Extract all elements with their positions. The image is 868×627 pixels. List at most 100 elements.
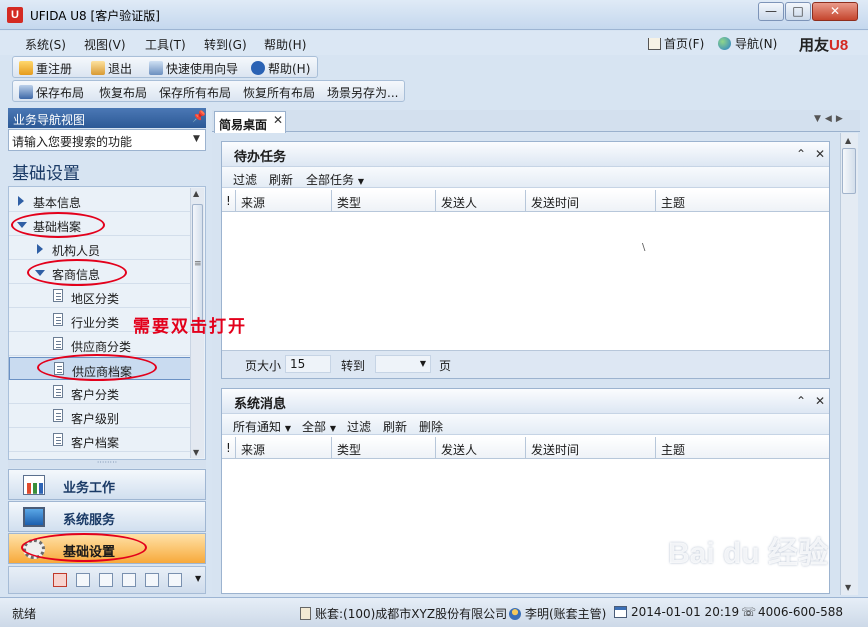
tree-icon[interactable] — [122, 573, 136, 587]
image-icon[interactable] — [168, 573, 182, 587]
close-icon[interactable]: ✕ — [815, 147, 825, 161]
stop-icon[interactable] — [53, 573, 67, 587]
filter-button[interactable]: 过滤 — [347, 418, 371, 435]
nav-view-header: 业务导航视图 — [8, 108, 206, 128]
all-tasks-dropdown[interactable]: 全部任务 ▼ — [306, 171, 364, 188]
quick-wizard-button[interactable]: 快速使用向导 — [149, 60, 238, 77]
main-toolbar: 重注册 退出 快速使用向导 帮助(H) — [12, 56, 318, 78]
tree-item-org-personnel[interactable]: 机构人员 — [9, 237, 191, 260]
column-send-time[interactable]: 发送时间 — [526, 437, 656, 459]
exit-button[interactable]: 退出 — [91, 60, 132, 77]
main-scrollbar[interactable] — [840, 133, 858, 595]
nav-search-input[interactable]: 请输入您要搜索的功能 — [8, 129, 206, 151]
watermark-url: jingyan.baidu.com — [712, 568, 805, 579]
tree-item-label: 机构人员 — [52, 244, 101, 258]
status-bar: 就绪 账套:(100)成都市XYZ股份有限公司 李明(账套主管) 2014-01… — [0, 597, 868, 627]
menu-system[interactable]: 系统(S) — [25, 36, 66, 53]
scroll-down-icon[interactable]: ▼ — [193, 448, 199, 457]
delete-button[interactable]: 删除 — [419, 418, 443, 435]
help-icon — [251, 61, 265, 75]
menu-help[interactable]: 帮助(H) — [264, 36, 306, 53]
all-dropdown[interactable]: 全部 ▼ — [302, 418, 336, 435]
page-unit-label: 页 — [439, 359, 452, 373]
save-all-layouts-button[interactable]: 保存所有布局 — [159, 84, 231, 101]
minimize-button[interactable]: — — [758, 2, 784, 21]
collapse-icon[interactable]: ⌃ — [796, 394, 806, 408]
restore-layout-button[interactable]: 恢复布局 — [99, 84, 147, 101]
nav-business-work-button[interactable]: 业务工作 — [8, 469, 206, 500]
column-flag[interactable]: ! — [222, 190, 236, 212]
windows-icon[interactable] — [145, 573, 159, 587]
column-flag[interactable]: ! — [222, 437, 236, 459]
nav-bottom-toolbar: ▼ — [8, 566, 206, 594]
column-send-time[interactable]: 发送时间 — [526, 190, 656, 212]
help-button[interactable]: 帮助(H) — [251, 60, 310, 77]
tree-item-region-class[interactable]: 地区分类 — [9, 285, 191, 308]
menu-tools[interactable]: 工具(T) — [145, 36, 186, 53]
scroll-up-icon[interactable]: ▲ — [845, 136, 851, 145]
main-scrollbar-thumb[interactable] — [842, 148, 856, 194]
user-text: 李明(账套主管) — [525, 607, 607, 621]
chevron-down-icon[interactable]: ▼ — [195, 574, 201, 583]
close-button[interactable]: ✕ — [812, 2, 858, 21]
refresh-button[interactable]: 刷新 — [269, 171, 293, 188]
save-layout-button[interactable]: 保存布局 — [19, 84, 84, 101]
scroll-down-icon[interactable]: ▼ — [845, 583, 851, 592]
home-link[interactable]: 首页(F) — [648, 35, 704, 52]
nav-business-work-label: 业务工作 — [63, 481, 116, 496]
tree-item-label: 地区分类 — [71, 292, 120, 306]
window-title: UFIDA U8 [客户验证版] — [30, 9, 160, 23]
column-subject[interactable]: 主题 — [656, 437, 829, 459]
tree-item-basic-info[interactable]: 基本信息 — [9, 189, 191, 212]
panel-toolbar: 过滤 刷新 全部任务 ▼ — [222, 166, 829, 188]
page-size-input[interactable]: 15 — [285, 355, 331, 373]
column-source[interactable]: 来源 — [236, 190, 332, 212]
phone-text: 4006-600-588 — [758, 605, 844, 619]
save-scene-as-button[interactable]: 场景另存为... — [327, 84, 398, 101]
wizard-icon — [149, 61, 163, 75]
navigate-link-label: 导航(N) — [735, 37, 778, 51]
refresh-button[interactable]: 刷新 — [383, 418, 407, 435]
column-type[interactable]: 类型 — [332, 190, 436, 212]
chevron-down-icon: ▼ — [284, 424, 291, 433]
close-icon[interactable]: ✕ — [815, 394, 825, 408]
tree-item-customer-archive[interactable]: 客户档案 — [9, 429, 191, 452]
account-info: 账套:(100)成都市XYZ股份有限公司 — [300, 605, 507, 622]
menu-view[interactable]: 视图(V) — [84, 36, 126, 53]
column-sender[interactable]: 发送人 — [436, 437, 526, 459]
restore-all-layouts-button[interactable]: 恢复所有布局 — [243, 84, 315, 101]
filter-button[interactable]: 过滤 — [233, 171, 257, 188]
all-notices-dropdown[interactable]: 所有通知 ▼ — [233, 418, 291, 435]
document-icon — [53, 337, 63, 350]
pin-icon[interactable]: 📌 — [192, 110, 206, 123]
phone-icon: ☏ — [741, 605, 757, 619]
status-ready: 就绪 — [12, 607, 37, 621]
document-icon — [53, 409, 63, 422]
tree-item-customer-level[interactable]: 客户级别 — [9, 405, 191, 428]
column-type[interactable]: 类型 — [332, 437, 436, 459]
column-sender[interactable]: 发送人 — [436, 190, 526, 212]
column-source[interactable]: 来源 — [236, 437, 332, 459]
tab-scroll-icons[interactable]: ▼◀▶ — [814, 114, 847, 124]
menu-goto[interactable]: 转到(G) — [204, 36, 247, 53]
calendar-icon — [614, 606, 627, 618]
save-layout-label: 保存布局 — [36, 86, 85, 100]
edit-icon[interactable] — [76, 573, 90, 587]
close-icon[interactable]: ✕ — [273, 113, 283, 127]
goto-label: 转到 — [341, 359, 366, 373]
nav-splitter-handle[interactable]: ········ — [8, 459, 206, 468]
collapse-icon[interactable]: ⌃ — [796, 147, 806, 161]
relogin-button[interactable]: 重注册 — [19, 60, 72, 77]
goto-page-select[interactable]: ▼ — [375, 355, 431, 373]
scroll-up-icon[interactable]: ▲ — [193, 189, 199, 198]
nav-system-service-button[interactable]: 系统服务 — [8, 501, 206, 532]
nav-system-service-label: 系统服务 — [63, 513, 116, 528]
expand-arrow-icon — [37, 244, 43, 254]
panel-title: 系统消息 — [234, 397, 287, 412]
chevron-down-icon[interactable]: ▼ — [193, 134, 200, 144]
navigate-link[interactable]: 导航(N) — [718, 35, 777, 52]
maximize-button[interactable]: □ — [785, 2, 811, 21]
tree-item-customer-class[interactable]: 客户分类 — [9, 381, 191, 404]
column-subject[interactable]: 主题 — [656, 190, 829, 212]
grid-icon[interactable] — [99, 573, 113, 587]
